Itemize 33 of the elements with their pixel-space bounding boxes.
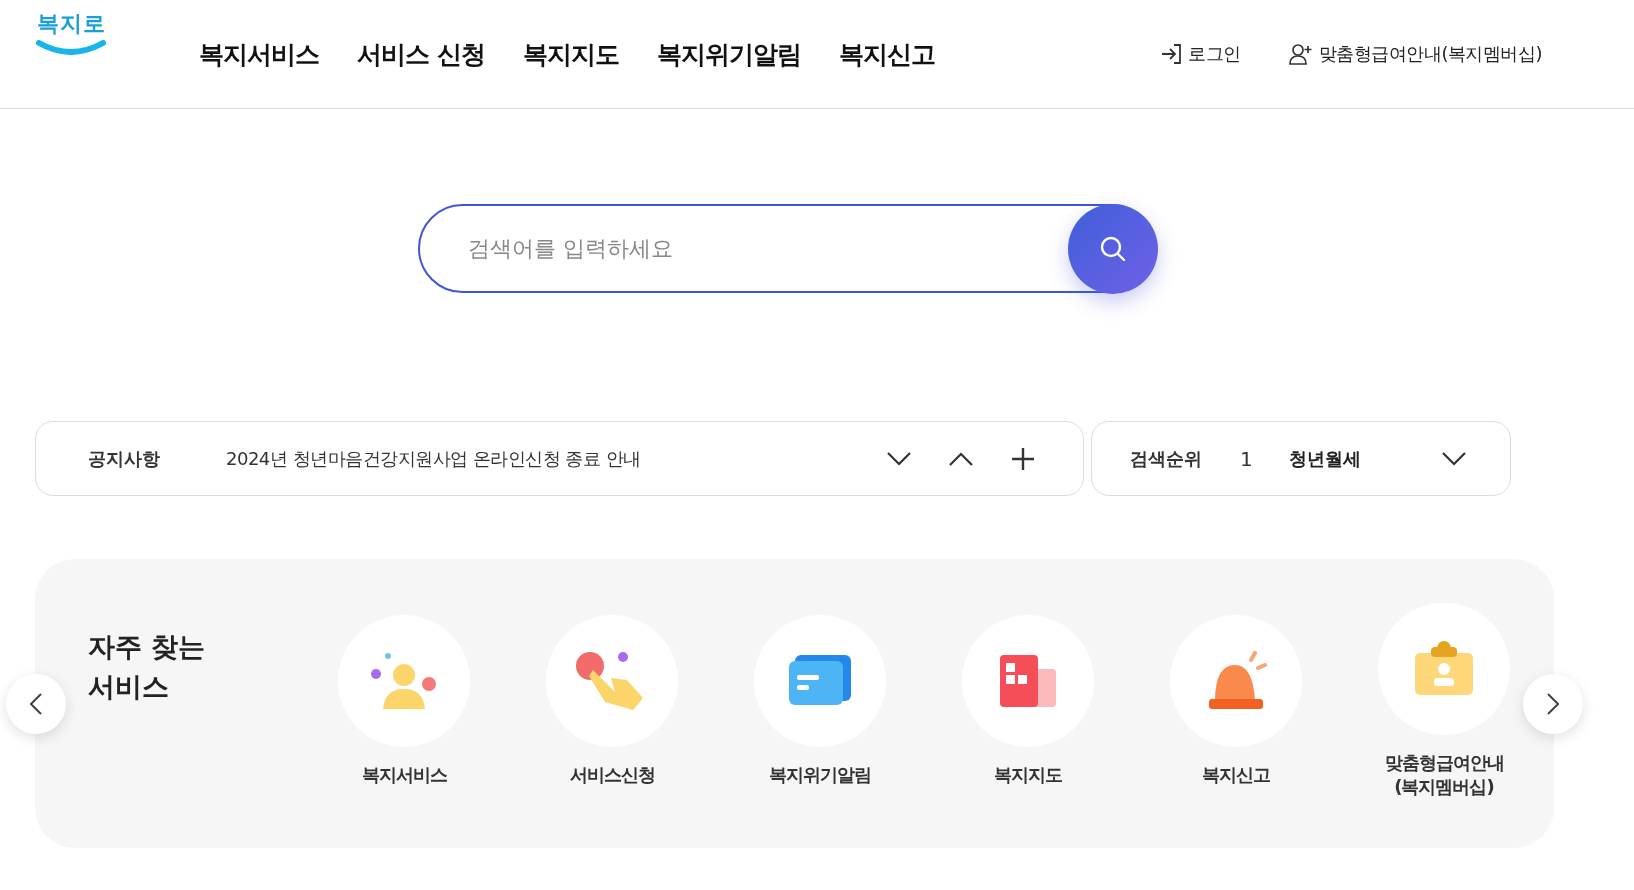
- service-shortcut[interactable]: 복지지도: [948, 603, 1108, 848]
- service-shortcut[interactable]: 서비스신청: [532, 603, 692, 848]
- service-shortcut[interactable]: 복지신고: [1156, 603, 1316, 848]
- service-shortcut[interactable]: 복지위기알림: [740, 603, 900, 848]
- add-user-icon: [1288, 43, 1313, 65]
- ranking-keyword[interactable]: 청년월세: [1288, 446, 1412, 471]
- building-blocks-icon: [998, 653, 1058, 709]
- nav-link[interactable]: 복지위기알림: [656, 37, 801, 71]
- chevron-right-icon: [1547, 693, 1559, 715]
- nav-link[interactable]: 복지서비스: [199, 37, 319, 71]
- plus-icon: [1012, 447, 1034, 470]
- search-button[interactable]: [1068, 203, 1158, 294]
- section-title: 자주 찾는 서비스: [88, 630, 207, 704]
- nav-link[interactable]: 복지지도: [522, 37, 619, 71]
- service-shortcut[interactable]: 맞춤형급여안내 (복지멤버십): [1364, 603, 1524, 848]
- person-icon: [369, 651, 439, 711]
- ranking-label: 검색순위: [1130, 446, 1202, 471]
- chevron-down-icon: [887, 451, 911, 466]
- nav-link[interactable]: 복지신고: [838, 37, 935, 71]
- chevron-down-icon: [1442, 451, 1466, 466]
- header-link[interactable]: 맞춤형급여안내(복지멤버십): [1288, 42, 1542, 66]
- chevron-up-icon: [949, 451, 973, 466]
- service-shortcut[interactable]: 복지서비스: [324, 603, 484, 848]
- notice-text[interactable]: 2024년 청년마음건강지원사업 온라인신청 종료 안내: [226, 446, 857, 471]
- chevron-left-icon: [30, 693, 42, 715]
- header-link[interactable]: 로그인: [1160, 42, 1241, 66]
- search-icon: [1099, 234, 1127, 263]
- id-card-icon: [1413, 641, 1475, 697]
- notice-label: 공지사항: [88, 446, 160, 471]
- login-icon: [1160, 43, 1183, 65]
- rank-number: 1: [1240, 446, 1253, 471]
- search-field[interactable]: 검색어를 입력하세요: [466, 235, 1068, 262]
- nav-link[interactable]: 서비스 신청: [357, 37, 485, 71]
